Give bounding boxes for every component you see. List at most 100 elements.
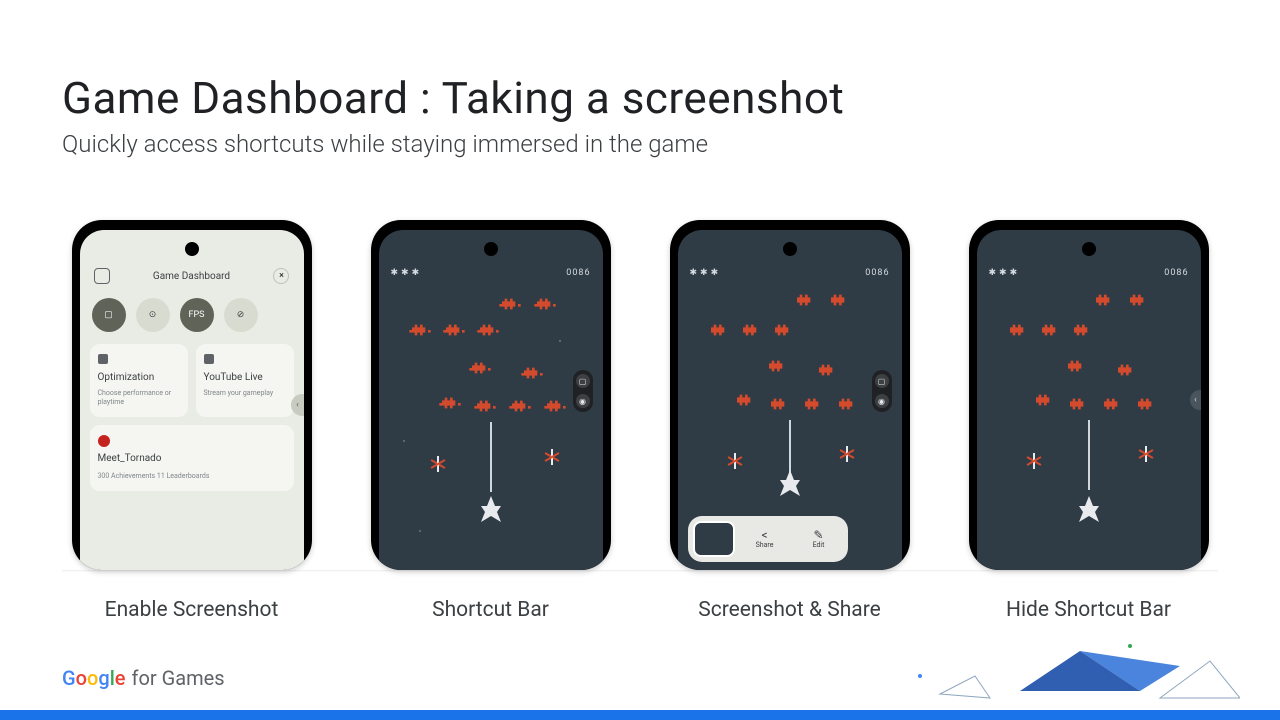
chip-fps[interactable]: FPS — [180, 298, 214, 332]
card-profile[interactable]: Meet_Tornado 300 Achievements 11 Leaderb… — [90, 425, 294, 491]
phones-row: Game Dashboard × ▢ ⊙ FPS ⊘ Optimization … — [62, 220, 1218, 622]
phone-frame: ✱✱✱ 0086 ▢ ◉ — [670, 220, 910, 570]
player-beam — [490, 422, 492, 492]
explosion-sprite — [1025, 452, 1043, 470]
explosion-sprite — [1137, 445, 1155, 463]
phone-frame: Game Dashboard × ▢ ⊙ FPS ⊘ Optimization … — [72, 220, 312, 570]
enemy-sprite — [836, 396, 858, 412]
game-hud: ✱✱✱ 0086 — [989, 268, 1189, 278]
camera-notch — [185, 242, 199, 256]
enemy-sprite — [734, 392, 756, 408]
caption-shortcut-bar: Shortcut Bar — [361, 598, 620, 622]
col-enable-screenshot: Game Dashboard × ▢ ⊙ FPS ⊘ Optimization … — [62, 220, 321, 622]
share-label: Share — [756, 541, 774, 549]
card-title: Optimization — [98, 372, 180, 383]
footer-branding: Google for Games — [62, 666, 225, 690]
shortcut-bar[interactable]: ▢ ◉ — [872, 370, 892, 412]
row-shadow — [62, 570, 1218, 572]
edit-button[interactable]: ✎ Edit — [795, 529, 843, 549]
enemy-sprite — [469, 360, 491, 376]
gauge-icon — [98, 354, 108, 364]
enemy-sprite — [740, 322, 762, 338]
share-button[interactable]: < Share — [741, 529, 789, 549]
enemy-sprite — [768, 396, 790, 412]
hud-lives: ✱✱✱ — [989, 268, 1021, 278]
dashboard-chips: ▢ ⊙ FPS ⊘ — [90, 298, 294, 332]
enemy-sprite — [1101, 396, 1123, 412]
player-ship[interactable] — [1075, 496, 1103, 522]
camera-notch — [484, 242, 498, 256]
enemy-sprite — [499, 296, 521, 312]
hud-score: 0086 — [1164, 268, 1188, 278]
slide-title: Game Dashboard : Taking a screenshot — [62, 72, 844, 124]
youtube-icon — [204, 354, 214, 364]
decorative-polygons — [880, 636, 1240, 706]
enemy-sprite — [816, 362, 838, 378]
star-dot — [403, 440, 405, 442]
chip-screenshot[interactable]: ▢ — [92, 298, 126, 332]
dashboard-header: Game Dashboard × — [90, 268, 294, 284]
player-ship[interactable] — [477, 496, 505, 522]
phone-frame: ✱✱✱ 0086 — [371, 220, 611, 570]
enemy-sprite — [794, 292, 816, 308]
caption-screenshot-share: Screenshot & Share — [660, 598, 919, 622]
share-icon: < — [761, 529, 767, 541]
dash-cards-row: Optimization Choose performance or playt… — [90, 344, 294, 417]
close-icon[interactable]: × — [273, 268, 289, 284]
edit-icon: ✎ — [813, 529, 823, 541]
card-sub: Stream your gameplay — [204, 389, 286, 398]
enemy-sprite — [439, 395, 461, 411]
chip-dnd[interactable]: ⊘ — [224, 298, 258, 332]
explosion-sprite — [429, 455, 447, 473]
caption-enable-screenshot: Enable Screenshot — [62, 598, 321, 622]
star-dot — [559, 340, 561, 342]
col-shortcut-bar: ✱✱✱ 0086 — [361, 220, 620, 622]
game-hud: ✱✱✱ 0086 — [391, 268, 591, 278]
player-ship[interactable] — [776, 470, 804, 496]
game-screen: ✱✱✱ 0086 ▢ ◉ — [678, 230, 902, 570]
bottom-accent-bar — [0, 710, 1280, 720]
player-beam — [1088, 420, 1090, 490]
enemy-sprite — [772, 322, 794, 338]
dashboard-title: Game Dashboard — [153, 271, 230, 282]
enemy-sprite — [474, 398, 496, 414]
profile-name: Meet_Tornado — [98, 453, 286, 464]
caption-hide-shortcut: Hide Shortcut Bar — [959, 598, 1218, 622]
slide-heading: Game Dashboard : Taking a screenshot Qui… — [62, 72, 844, 158]
avatar-icon — [98, 435, 110, 447]
hud-lives: ✱✱✱ — [690, 268, 722, 278]
chip-record[interactable]: ⊙ — [136, 298, 170, 332]
shortcut-screenshot-icon[interactable]: ▢ — [875, 374, 889, 388]
enemy-sprite — [477, 322, 499, 338]
camera-notch — [783, 242, 797, 256]
shortcut-bar[interactable]: ▢ ◉ — [573, 370, 593, 412]
profile-stats: 300 Achievements 11 Leaderboards — [98, 472, 286, 481]
enemy-sprite — [1093, 292, 1115, 308]
card-optimization[interactable]: Optimization Choose performance or playt… — [90, 344, 188, 417]
col-screenshot-share: ✱✱✱ 0086 ▢ ◉ — [660, 220, 919, 622]
enemy-sprite — [708, 322, 730, 338]
explosion-sprite — [838, 445, 856, 463]
col-hide-shortcut-bar: ✱✱✱ 0086 ‹ Hide Short — [959, 220, 1218, 622]
game-screen: ✱✱✱ 0086 ‹ — [977, 230, 1201, 570]
dashboard-screen: Game Dashboard × ▢ ⊙ FPS ⊘ Optimization … — [80, 230, 304, 570]
dashboard-settings-icon[interactable] — [94, 268, 110, 284]
card-sub: Choose performance or playtime — [98, 389, 180, 407]
enemy-sprite — [1135, 396, 1157, 412]
shortcut-screenshot-icon[interactable]: ▢ — [576, 374, 590, 388]
card-title: YouTube Live — [204, 372, 286, 383]
enemy-sprite — [409, 322, 431, 338]
enemy-sprite — [1039, 322, 1061, 338]
enemy-sprite — [1127, 292, 1149, 308]
enemy-sprite — [534, 296, 556, 312]
card-youtube-live[interactable]: YouTube Live Stream your gameplay — [196, 344, 294, 417]
game-hud: ✱✱✱ 0086 — [690, 268, 890, 278]
chevron-left-icon[interactable]: ‹ — [1190, 390, 1201, 410]
hud-score: 0086 — [865, 268, 889, 278]
shortcut-record-icon[interactable]: ◉ — [875, 394, 889, 408]
enemy-sprite — [544, 398, 566, 414]
shortcut-record-icon[interactable]: ◉ — [576, 394, 590, 408]
enemy-sprite — [443, 322, 465, 338]
enemy-sprite — [1007, 322, 1029, 338]
screenshot-thumbnail[interactable] — [693, 521, 735, 557]
